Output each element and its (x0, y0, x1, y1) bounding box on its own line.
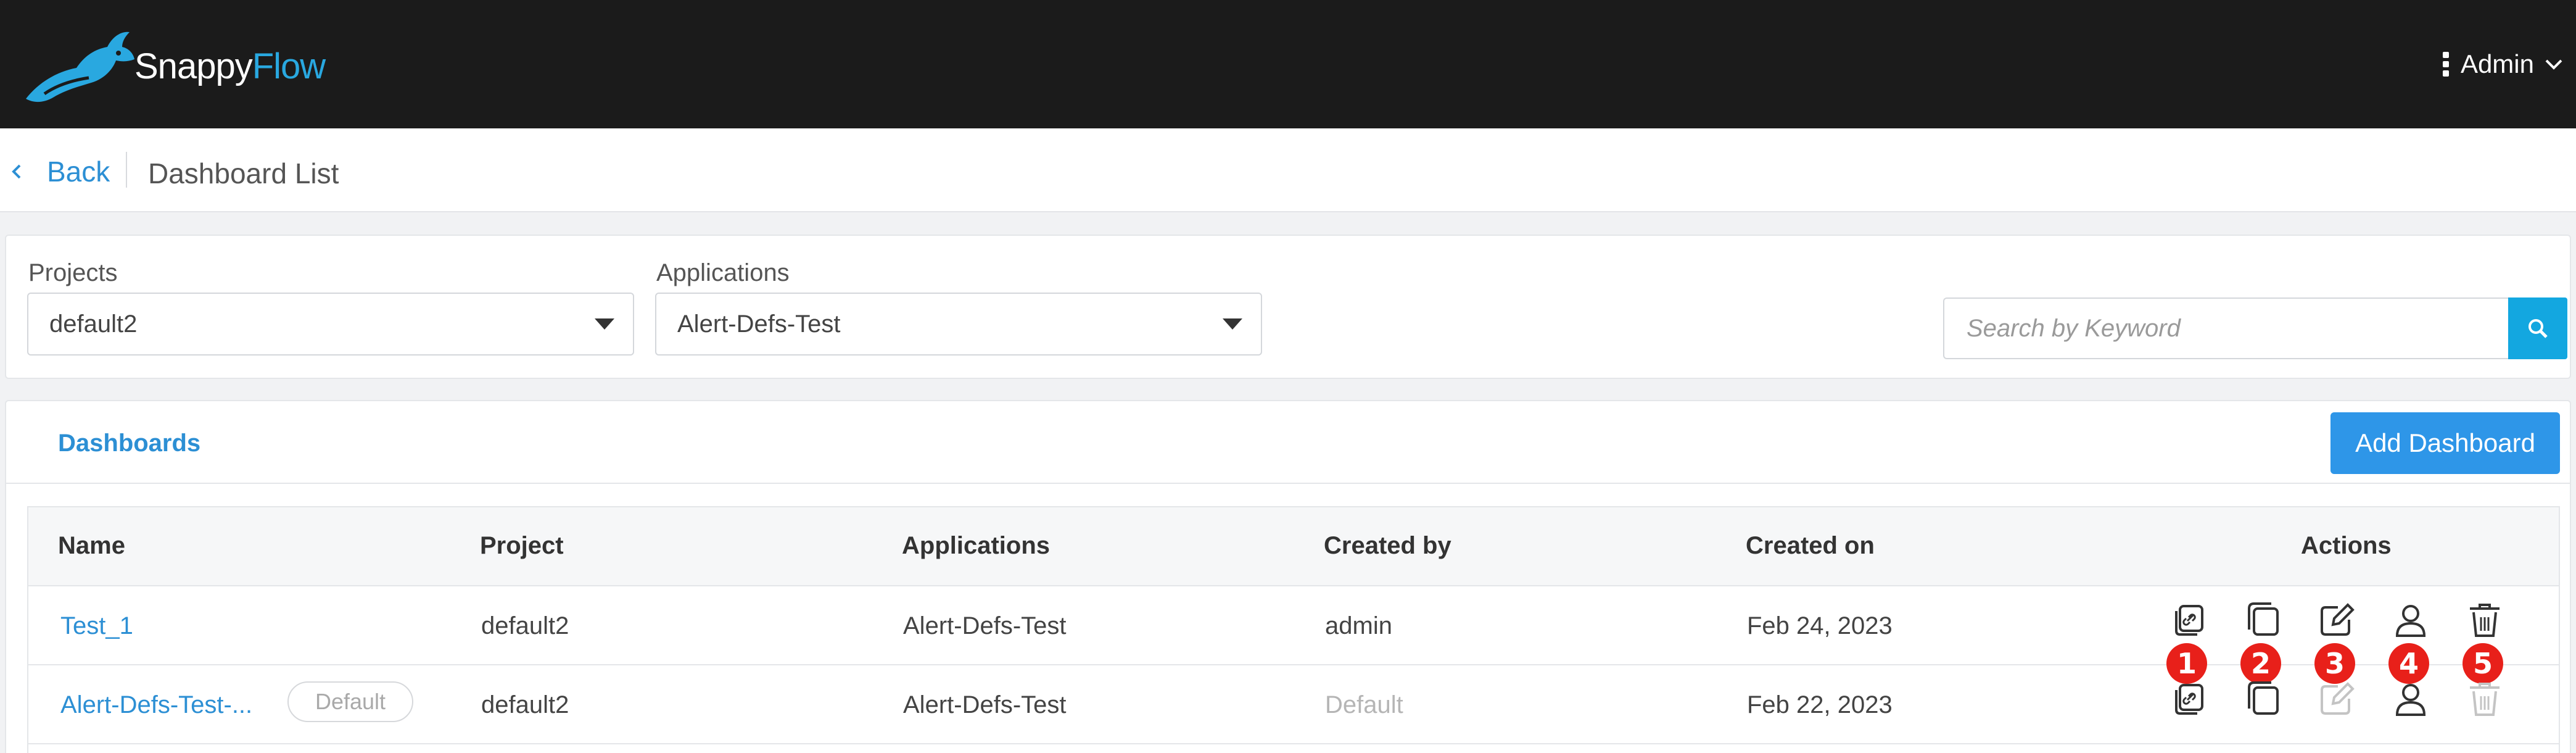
duplicate-button[interactable] (2243, 600, 2282, 639)
projects-select-value: default2 (49, 310, 138, 338)
back-label: Back (47, 156, 110, 188)
snappyflow-logo[interactable]: SnappyFlow (20, 26, 326, 106)
table-row: Alert-Defs-Test-... Default default2 Ale… (28, 665, 2559, 744)
caret-down-icon (1223, 318, 1242, 330)
filter-panel: Projects default2 Applications Alert-Def… (5, 235, 2571, 379)
column-header-created-by[interactable]: Created by (1324, 532, 1451, 560)
applications-select[interactable]: Alert-Defs-Test (655, 293, 1262, 356)
dashboards-panel: Dashboards Add Dashboard Name Project Ap… (5, 400, 2571, 753)
cell-created-by: admin (1325, 612, 1392, 639)
cell-project: default2 (481, 612, 569, 639)
duplicate-icon (2248, 681, 2279, 715)
delete-icon (2470, 604, 2500, 637)
copy-link-button[interactable] (2169, 679, 2208, 718)
tab-divider (6, 483, 2570, 484)
user-menu[interactable]: Admin (2442, 47, 2566, 81)
assign-user-button[interactable] (2391, 679, 2430, 718)
column-header-project[interactable]: Project (480, 532, 564, 560)
delete-button[interactable] (2465, 600, 2504, 639)
copy-link-icon (2175, 684, 2203, 715)
back-button[interactable]: Back (9, 153, 110, 190)
breadcrumb-divider (126, 152, 127, 188)
chevron-down-icon (2545, 59, 2562, 70)
edit-button (2317, 679, 2356, 718)
projects-label: Projects (28, 259, 118, 286)
column-header-applications[interactable]: Applications (902, 532, 1050, 560)
rabbit-logo-icon (26, 31, 134, 102)
caret-down-icon (595, 318, 614, 330)
dashboards-table: Name Project Applications Created by Cre… (27, 506, 2560, 753)
applications-label: Applications (656, 259, 790, 286)
cell-created-by: Default (1325, 691, 1403, 718)
search-placeholder: Search by Keyword (1967, 314, 2181, 342)
dashboard-name-link[interactable]: Test_1 (60, 612, 133, 640)
table-row: Test_1 default2 Alert-Defs-Test admin Fe… (28, 586, 2559, 684)
default-badge: Default (287, 681, 413, 722)
delete-button (2465, 679, 2504, 718)
copy-link-icon (2175, 605, 2203, 636)
search-input[interactable]: Search by Keyword (1943, 297, 2514, 359)
search-icon (2529, 319, 2548, 338)
cell-created-on: Feb 24, 2023 (1747, 612, 1893, 639)
top-navbar: SnappyFlow Admin (0, 0, 2576, 128)
page-title: Dashboard List (148, 157, 339, 189)
projects-select[interactable]: default2 (27, 293, 634, 356)
duplicate-button[interactable] (2243, 679, 2282, 718)
brand-name: SnappyFlow (134, 46, 326, 87)
brand-name-part2: Flow (252, 46, 326, 86)
breadcrumb: Back Dashboard List (0, 128, 2576, 212)
user-menu-label: Admin (2460, 49, 2534, 78)
delete-icon (2470, 683, 2500, 716)
edit-icon (2321, 682, 2355, 715)
cell-created-on: Feb 22, 2023 (1747, 691, 1893, 718)
search-button[interactable] (2508, 297, 2567, 359)
dashboard-name-link[interactable]: Alert-Defs-Test-... (60, 691, 252, 719)
column-header-created-on[interactable]: Created on (1746, 532, 1875, 560)
edit-button[interactable] (2317, 600, 2356, 639)
duplicate-icon (2248, 602, 2279, 636)
chevron-left-icon (12, 164, 21, 179)
assign-user-button[interactable] (2391, 600, 2430, 639)
tab-dashboards[interactable]: Dashboards (58, 430, 200, 457)
column-header-name[interactable]: Name (58, 532, 125, 560)
cell-applications: Alert-Defs-Test (903, 612, 1067, 639)
edit-icon (2321, 603, 2355, 636)
cell-applications: Alert-Defs-Test (903, 691, 1067, 718)
column-header-actions: Actions (2301, 532, 2392, 559)
brand-name-part1: Snappy (134, 46, 253, 86)
user-icon (2395, 684, 2426, 716)
kebab-menu-icon (2442, 52, 2450, 77)
cell-project: default2 (481, 691, 569, 718)
user-icon (2395, 605, 2426, 637)
add-dashboard-button[interactable]: Add Dashboard (2330, 412, 2560, 474)
table-header: Name Project Applications Created by Cre… (28, 507, 2559, 586)
applications-select-value: Alert-Defs-Test (677, 310, 841, 338)
copy-link-button[interactable] (2169, 600, 2208, 639)
